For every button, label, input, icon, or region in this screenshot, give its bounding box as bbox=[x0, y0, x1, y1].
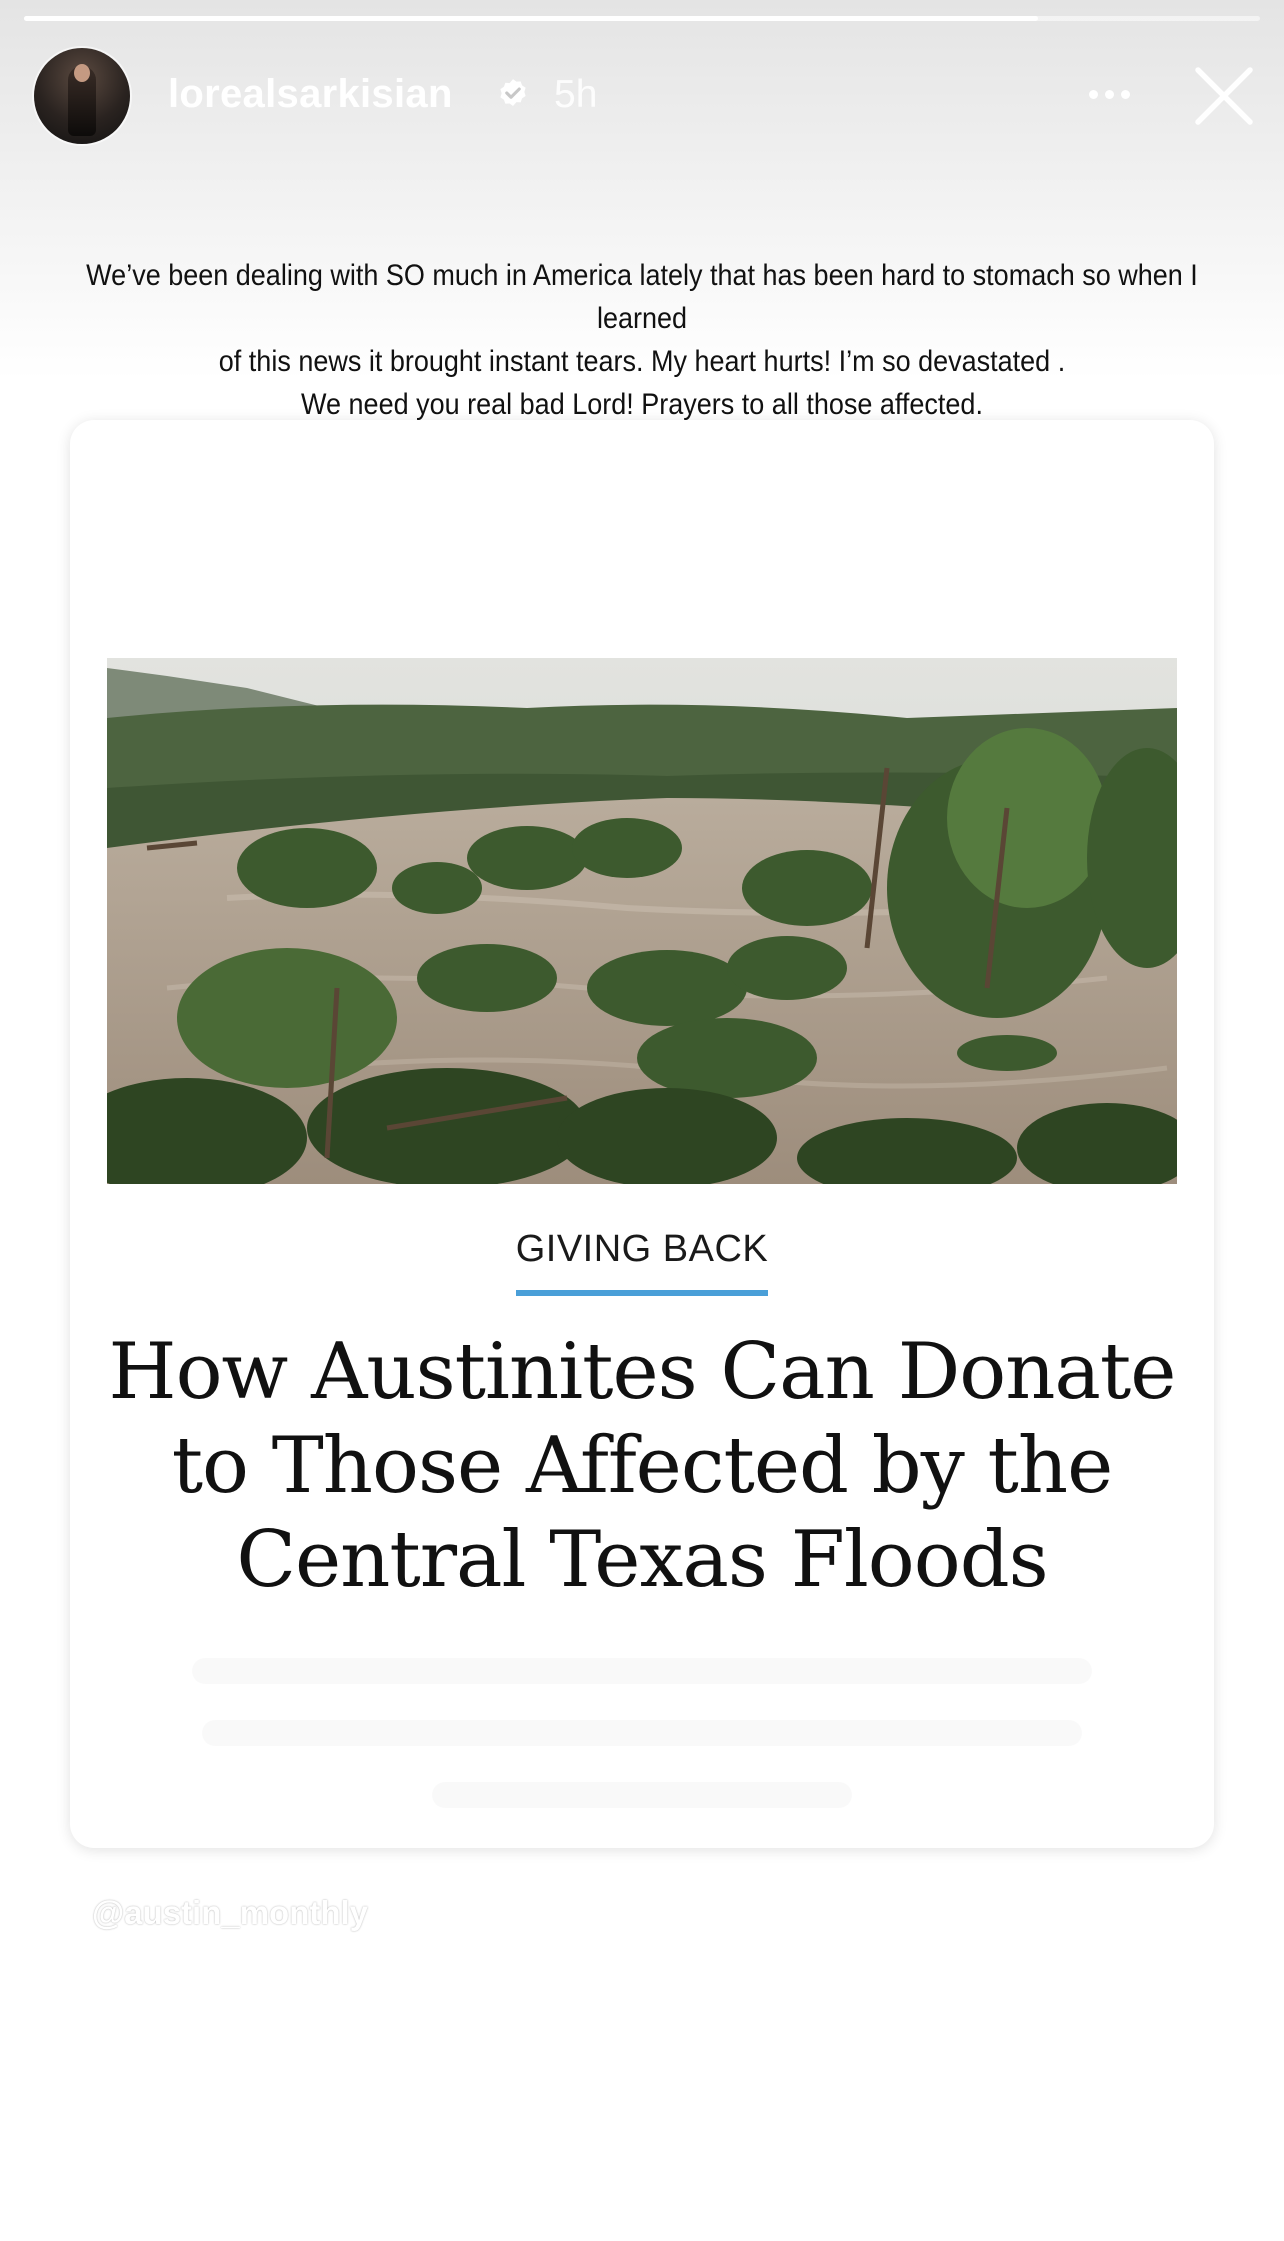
article-section-label: GIVING BACK bbox=[515, 1228, 769, 1270]
post-time: 5h bbox=[554, 73, 598, 116]
mention-sticker[interactable]: @austin_monthly bbox=[92, 1894, 368, 1932]
more-horizontal-icon bbox=[1120, 89, 1130, 99]
story-header: lorealsarkisian 5h bbox=[34, 44, 1254, 148]
faded-text-line bbox=[202, 1720, 1082, 1746]
more-options-button[interactable] bbox=[1074, 74, 1144, 114]
faded-text-line bbox=[432, 1782, 852, 1808]
avatar-face bbox=[74, 64, 90, 82]
close-icon[interactable] bbox=[1188, 60, 1260, 132]
faded-text-line bbox=[192, 1658, 1092, 1684]
story-progress-bar bbox=[24, 16, 1260, 21]
avatar[interactable] bbox=[34, 48, 130, 144]
shared-post-card[interactable]: GIVING BACK How Austinites Can Donate to… bbox=[70, 420, 1214, 1848]
more-horizontal-icon bbox=[1088, 89, 1098, 99]
section-underline bbox=[516, 1290, 768, 1296]
username[interactable]: lorealsarkisian bbox=[168, 72, 453, 117]
article-headline: How Austinites Can Donate to Those Affec… bbox=[108, 1327, 1177, 1605]
story-progress-fill bbox=[24, 16, 1038, 21]
flooded-river-photo bbox=[107, 658, 1177, 1184]
story-caption: We’ve been dealing with SO much in Ameri… bbox=[86, 259, 1198, 421]
more-horizontal-icon bbox=[1104, 89, 1114, 99]
faded-article-excerpt bbox=[190, 1658, 1094, 1844]
verified-badge-icon bbox=[500, 79, 526, 107]
story-viewer[interactable]: lorealsarkisian 5h We’ve been dealing wi… bbox=[0, 0, 1284, 2241]
